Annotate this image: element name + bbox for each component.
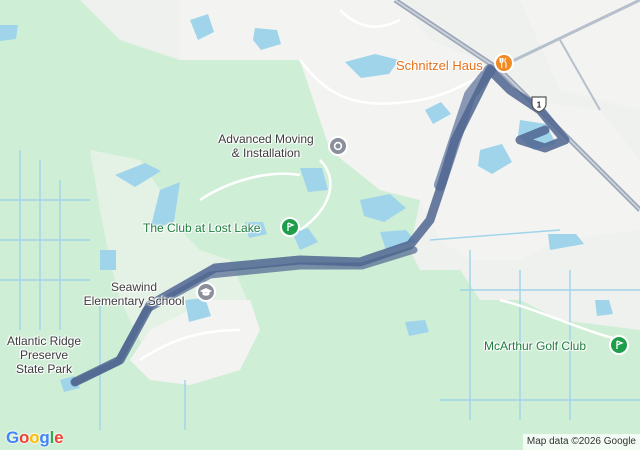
advanced-moving-line1: Advanced Moving <box>218 132 314 146</box>
atlantic-line2: Preserve <box>19 348 69 362</box>
logo-letter-1: G <box>6 428 20 447</box>
logo-letter-3: o <box>29 428 40 447</box>
advanced-moving-label[interactable]: Advanced Moving & Installation <box>208 132 324 160</box>
advanced-moving-line2: & Installation <box>231 146 301 160</box>
mcarthur-golf-label[interactable]: McArthur Golf Club <box>484 339 586 353</box>
graduation-cap-icon[interactable] <box>196 282 216 302</box>
atlantic-ridge-label[interactable]: Atlantic Ridge Preserve State Park <box>0 334 88 376</box>
map-attribution[interactable]: Map data ©2026 Google <box>522 434 640 450</box>
restaurant-icon[interactable] <box>494 53 514 73</box>
highway-shield: 1 <box>530 95 548 118</box>
atlantic-line3: State Park <box>15 362 73 376</box>
golf-flag-icon[interactable] <box>280 217 300 237</box>
logo-letter-4: g <box>39 428 50 447</box>
map-canvas[interactable]: 1 Schnitzel Haus Advanced Moving & Insta… <box>0 0 640 450</box>
google-logo[interactable]: Google <box>6 428 64 448</box>
logo-letter-2: o <box>19 428 30 447</box>
seawind-school-label[interactable]: Seawind Elementary School <box>72 280 196 308</box>
highway-shield-number: 1 <box>537 101 542 110</box>
club-lost-lake-label[interactable]: The Club at Lost Lake <box>143 221 260 235</box>
seawind-line2: Elementary School <box>83 294 185 308</box>
map-base-layer <box>0 0 640 450</box>
circle-pin-icon[interactable] <box>328 136 348 156</box>
seawind-line1: Seawind <box>110 280 158 294</box>
atlantic-line1: Atlantic Ridge <box>6 334 82 348</box>
mcarthur-golf-flag-icon[interactable] <box>609 335 629 355</box>
schnitzel-haus-label[interactable]: Schnitzel Haus <box>396 59 483 73</box>
logo-letter-6: e <box>54 428 64 447</box>
